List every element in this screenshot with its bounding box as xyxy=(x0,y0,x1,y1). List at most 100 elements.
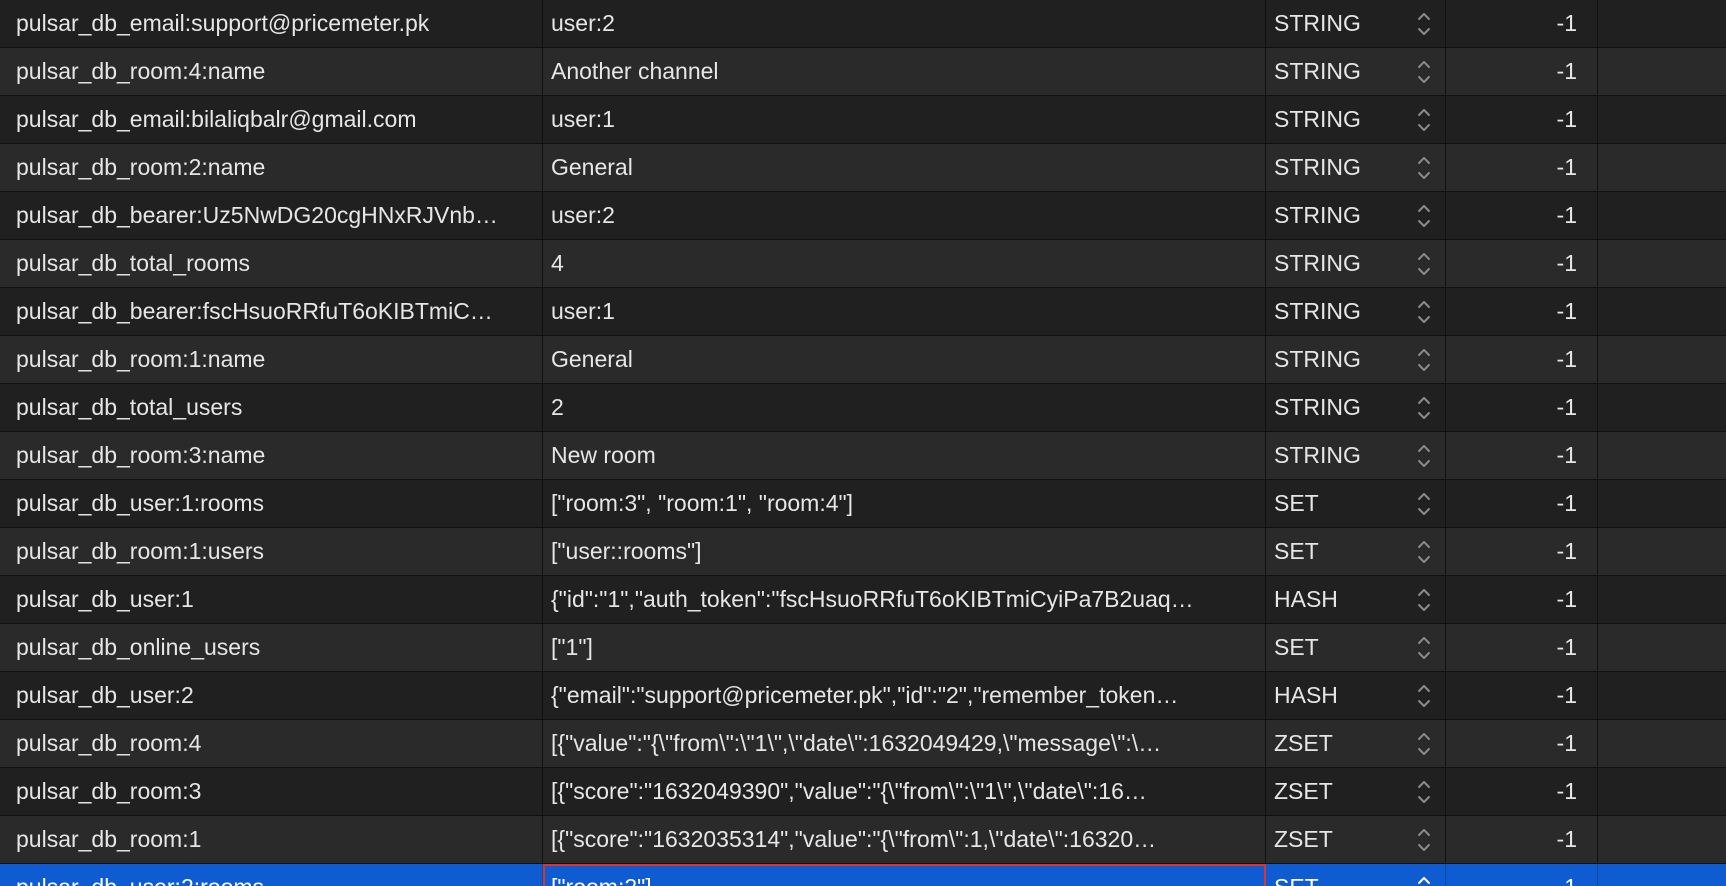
key-cell[interactable]: pulsar_db_online_users xyxy=(0,624,543,671)
type-select[interactable]: SET xyxy=(1266,624,1446,671)
table-row[interactable]: pulsar_db_bearer:fscHsuoRRfuT6oKIBTmiC… u… xyxy=(0,288,1726,336)
value-cell[interactable]: ["room:2"] xyxy=(543,864,1266,886)
table-row[interactable]: pulsar_db_online_users ["1"] SET -1 xyxy=(0,624,1726,672)
ttl-cell[interactable]: -1 xyxy=(1446,768,1598,815)
ttl-cell[interactable]: -1 xyxy=(1446,576,1598,623)
table-row[interactable]: pulsar_db_room:2:name General STRING -1 xyxy=(0,144,1726,192)
key-cell[interactable]: pulsar_db_total_rooms xyxy=(0,240,543,287)
chevron-up-down-icon[interactable] xyxy=(1417,395,1431,421)
table-row[interactable]: pulsar_db_user:2:rooms ["room:2"] SET -1 xyxy=(0,864,1726,886)
key-cell[interactable]: pulsar_db_room:4:name xyxy=(0,48,543,95)
value-cell[interactable]: user:2 xyxy=(543,0,1266,47)
key-cell[interactable]: pulsar_db_bearer:fscHsuoRRfuT6oKIBTmiC… xyxy=(0,288,543,335)
table-row[interactable]: pulsar_db_room:1 [{"score":"1632035314","… xyxy=(0,816,1726,864)
value-cell[interactable]: General xyxy=(543,336,1266,383)
ttl-cell[interactable]: -1 xyxy=(1446,384,1598,431)
type-select[interactable]: ZSET xyxy=(1266,816,1446,863)
chevron-up-down-icon[interactable] xyxy=(1417,443,1431,469)
ttl-cell[interactable]: -1 xyxy=(1446,288,1598,335)
chevron-up-down-icon[interactable] xyxy=(1417,347,1431,373)
chevron-up-down-icon[interactable] xyxy=(1417,827,1431,853)
table-row[interactable]: pulsar_db_user:1:rooms ["room:3", "room:1… xyxy=(0,480,1726,528)
ttl-cell[interactable]: -1 xyxy=(1446,336,1598,383)
value-cell[interactable]: 4 xyxy=(543,240,1266,287)
value-cell[interactable]: General xyxy=(543,144,1266,191)
chevron-up-down-icon[interactable] xyxy=(1417,203,1431,229)
table-row[interactable]: pulsar_db_room:4 [{"value":"{\"from\":\"1… xyxy=(0,720,1726,768)
chevron-up-down-icon[interactable] xyxy=(1417,251,1431,277)
type-select[interactable]: ZSET xyxy=(1266,720,1446,767)
value-cell[interactable]: ["1"] xyxy=(543,624,1266,671)
value-cell[interactable]: 2 xyxy=(543,384,1266,431)
table-row[interactable]: pulsar_db_total_users 2 STRING -1 xyxy=(0,384,1726,432)
value-cell[interactable]: Another channel xyxy=(543,48,1266,95)
table-row[interactable]: pulsar_db_email:bilaliqbalr@gmail.com use… xyxy=(0,96,1726,144)
chevron-up-down-icon[interactable] xyxy=(1417,587,1431,613)
value-cell[interactable]: [{"value":"{\"from\":\"1\",\"date\":1632… xyxy=(543,720,1266,767)
chevron-up-down-icon[interactable] xyxy=(1417,155,1431,181)
ttl-cell[interactable]: -1 xyxy=(1446,144,1598,191)
ttl-cell[interactable]: -1 xyxy=(1446,720,1598,767)
value-cell[interactable]: ["user::rooms"] xyxy=(543,528,1266,575)
value-cell[interactable]: user:2 xyxy=(543,192,1266,239)
ttl-cell[interactable]: -1 xyxy=(1446,48,1598,95)
ttl-cell[interactable]: -1 xyxy=(1446,624,1598,671)
key-cell[interactable]: pulsar_db_room:1:name xyxy=(0,336,543,383)
ttl-cell[interactable]: -1 xyxy=(1446,480,1598,527)
value-cell[interactable]: user:1 xyxy=(543,288,1266,335)
table-row[interactable]: pulsar_db_room:3 [{"score":"1632049390","… xyxy=(0,768,1726,816)
ttl-cell[interactable]: -1 xyxy=(1446,96,1598,143)
ttl-cell[interactable]: -1 xyxy=(1446,816,1598,863)
value-cell[interactable]: ["room:3", "room:1", "room:4"] xyxy=(543,480,1266,527)
chevron-up-down-icon[interactable] xyxy=(1417,299,1431,325)
key-cell[interactable]: pulsar_db_room:1:users xyxy=(0,528,543,575)
table-row[interactable]: pulsar_db_email:support@pricemeter.pk use… xyxy=(0,0,1726,48)
ttl-cell[interactable]: -1 xyxy=(1446,0,1598,47)
ttl-cell[interactable]: -1 xyxy=(1446,432,1598,479)
key-cell[interactable]: pulsar_db_email:support@pricemeter.pk xyxy=(0,0,543,47)
key-cell[interactable]: pulsar_db_email:bilaliqbalr@gmail.com xyxy=(0,96,543,143)
key-cell[interactable]: pulsar_db_bearer:Uz5NwDG20cgHNxRJVnb… xyxy=(0,192,543,239)
table-row[interactable]: pulsar_db_user:2 {"email":"support@pricem… xyxy=(0,672,1726,720)
type-select[interactable]: STRING xyxy=(1266,384,1446,431)
type-select[interactable]: STRING xyxy=(1266,144,1446,191)
ttl-cell[interactable]: -1 xyxy=(1446,528,1598,575)
type-select[interactable]: STRING xyxy=(1266,288,1446,335)
key-cell[interactable]: pulsar_db_user:2:rooms xyxy=(0,864,543,886)
chevron-up-down-icon[interactable] xyxy=(1417,539,1431,565)
type-select[interactable]: SET xyxy=(1266,528,1446,575)
type-select[interactable]: STRING xyxy=(1266,240,1446,287)
value-cell[interactable]: {"id":"1","auth_token":"fscHsuoRRfuT6oKI… xyxy=(543,576,1266,623)
key-cell[interactable]: pulsar_db_room:4 xyxy=(0,720,543,767)
table-row[interactable]: pulsar_db_user:1 {"id":"1","auth_token":"… xyxy=(0,576,1726,624)
table-row[interactable]: pulsar_db_bearer:Uz5NwDG20cgHNxRJVnb… use… xyxy=(0,192,1726,240)
chevron-up-down-icon[interactable] xyxy=(1417,779,1431,805)
value-cell[interactable]: {"email":"support@pricemeter.pk","id":"2… xyxy=(543,672,1266,719)
table-row[interactable]: pulsar_db_room:3:name New room STRING -1 xyxy=(0,432,1726,480)
table-row[interactable]: pulsar_db_total_rooms 4 STRING -1 xyxy=(0,240,1726,288)
type-select[interactable]: ZSET xyxy=(1266,768,1446,815)
type-select[interactable]: SET xyxy=(1266,864,1446,886)
type-select[interactable]: STRING xyxy=(1266,192,1446,239)
type-select[interactable]: STRING xyxy=(1266,432,1446,479)
key-cell[interactable]: pulsar_db_room:3:name xyxy=(0,432,543,479)
chevron-up-down-icon[interactable] xyxy=(1417,731,1431,757)
type-select[interactable]: STRING xyxy=(1266,48,1446,95)
ttl-cell[interactable]: -1 xyxy=(1446,192,1598,239)
value-cell[interactable]: New room xyxy=(543,432,1266,479)
ttl-cell[interactable]: -1 xyxy=(1446,240,1598,287)
chevron-up-down-icon[interactable] xyxy=(1417,875,1431,886)
key-cell[interactable]: pulsar_db_room:3 xyxy=(0,768,543,815)
chevron-up-down-icon[interactable] xyxy=(1417,59,1431,85)
type-select[interactable]: STRING xyxy=(1266,96,1446,143)
chevron-up-down-icon[interactable] xyxy=(1417,491,1431,517)
key-cell[interactable]: pulsar_db_user:2 xyxy=(0,672,543,719)
table-row[interactable]: pulsar_db_room:1:name General STRING -1 xyxy=(0,336,1726,384)
key-cell[interactable]: pulsar_db_room:2:name xyxy=(0,144,543,191)
table-row[interactable]: pulsar_db_room:1:users ["user::rooms"] SET… xyxy=(0,528,1726,576)
key-cell[interactable]: pulsar_db_total_users xyxy=(0,384,543,431)
key-cell[interactable]: pulsar_db_room:1 xyxy=(0,816,543,863)
ttl-cell[interactable]: -1 xyxy=(1446,864,1598,886)
chevron-up-down-icon[interactable] xyxy=(1417,635,1431,661)
chevron-up-down-icon[interactable] xyxy=(1417,11,1431,37)
